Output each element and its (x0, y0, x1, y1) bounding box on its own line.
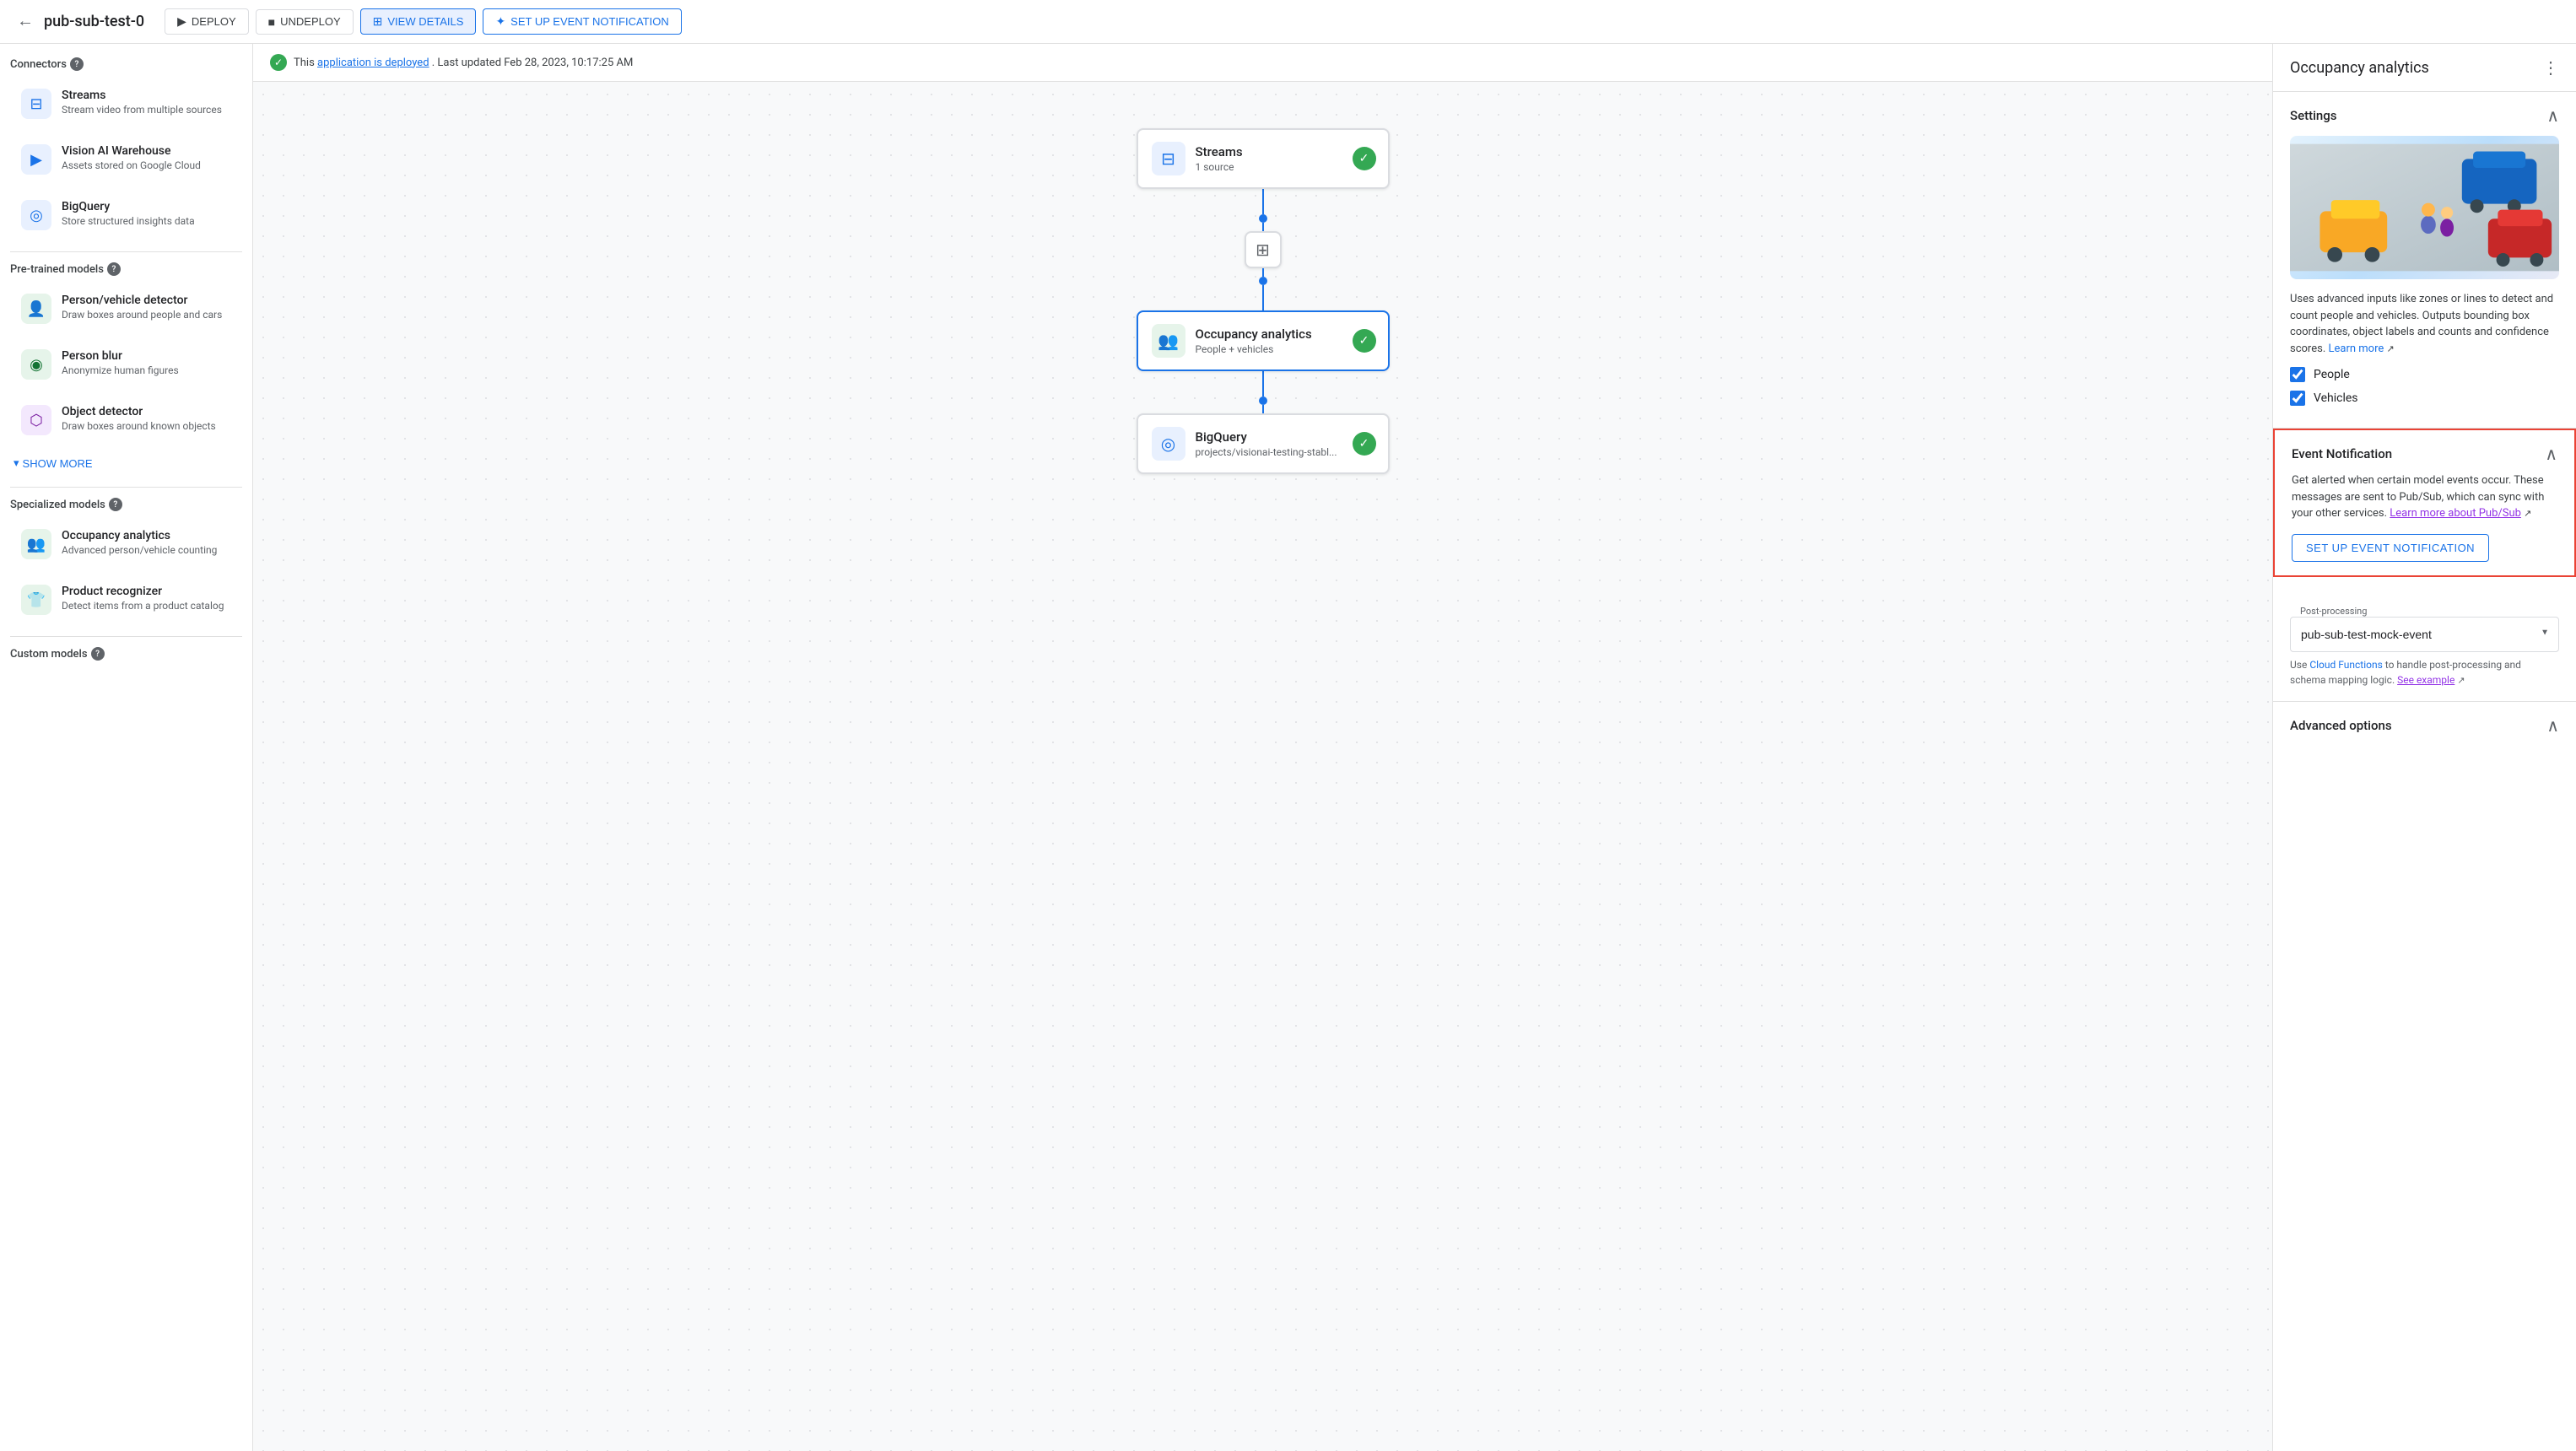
occupancy-analytics-sidebar[interactable]: 👥 Occupancy analytics Advanced person/ve… (10, 518, 242, 570)
view-details-button[interactable]: ⊞ VIEW DETAILS (360, 8, 477, 35)
streams-node-icon: ⊟ (1152, 142, 1185, 175)
bigquery-icon: ◎ (21, 200, 51, 230)
pretrained-help-icon[interactable]: ? (107, 262, 121, 276)
advanced-options-section: Advanced options ∧ (2273, 702, 2576, 749)
specialized-help-icon[interactable]: ? (109, 498, 122, 511)
connectors-help-icon[interactable]: ? (70, 57, 84, 71)
people-checkbox-row: People (2290, 367, 2559, 382)
bigquery-node-icon: ◎ (1152, 427, 1185, 461)
event-notification-section: Event Notification ∧ Get alerted when ce… (2273, 429, 2576, 577)
pubsub-external-icon: ↗ (2524, 508, 2531, 519)
show-more-button[interactable]: ▾ SHOW MORE (10, 450, 96, 477)
object-detector-model[interactable]: ⬡ Object detector Draw boxes around know… (10, 394, 242, 446)
status-bar: ✓ This application is deployed . Last up… (253, 44, 2272, 82)
streams-icon: ⊟ (21, 89, 51, 119)
learn-more-link[interactable]: Learn more (2328, 343, 2384, 355)
connectors-section-title: Connectors ? (10, 57, 242, 71)
vehicles-label: Vehicles (2314, 391, 2358, 405)
event-section-header[interactable]: Event Notification ∧ (2292, 444, 2557, 464)
post-processing-select-wrapper: pub-sub-test-mock-event (2290, 613, 2559, 652)
chevron-down-icon: ▾ (14, 456, 19, 470)
sidebar-divider-2 (10, 487, 242, 488)
product-recognizer-sidebar[interactable]: 👕 Product recognizer Detect items from a… (10, 574, 242, 626)
status-dot: ✓ (270, 54, 287, 71)
vision-ai-icon: ▶ (21, 144, 51, 175)
view-details-icon: ⊞ (373, 14, 383, 29)
event-section-title: Event Notification (2292, 446, 2392, 461)
post-processing-section: Post-processing pub-sub-test-mock-event … (2273, 577, 2576, 703)
back-button[interactable]: ← (14, 8, 37, 35)
deployed-link[interactable]: application is deployed (317, 57, 429, 69)
people-label: People (2314, 368, 2350, 381)
streams-connector[interactable]: ⊟ Streams Stream video from multiple sou… (10, 78, 242, 130)
occupancy-pipeline-node[interactable]: 👥 Occupancy analytics People + vehicles … (1137, 310, 1390, 371)
setup-event-nav-icon: ✦ (495, 14, 505, 29)
person-blur-icon: ◉ (21, 349, 51, 380)
vehicles-checkbox-row: Vehicles (2290, 391, 2559, 406)
middle-transform-node[interactable]: ⊞ (1245, 231, 1282, 268)
advanced-options-title: Advanced options (2290, 718, 2392, 733)
occupancy-analytics-icon: 👥 (21, 529, 51, 559)
pretrained-section-title: Pre-trained models ? (10, 262, 242, 276)
setup-event-notification-button[interactable]: SET UP EVENT NOTIFICATION (2292, 534, 2489, 562)
sidebar-divider-1 (10, 251, 242, 252)
bigquery-check-icon: ✓ (1353, 432, 1376, 456)
main-layout: Connectors ? ⊟ Streams Stream video from… (0, 44, 2576, 1451)
canvas-area: ✓ This application is deployed . Last up… (253, 44, 2272, 1451)
deploy-icon: ▶ (177, 14, 186, 29)
external-link-icon: ↗ (2387, 343, 2395, 354)
post-processing-helper: Use Cloud Functions to handle post-proce… (2290, 657, 2559, 688)
advanced-options-header[interactable]: Advanced options ∧ (2290, 715, 2559, 736)
transform-icon: ⊞ (1256, 240, 1270, 260)
sidebar-divider-3 (10, 636, 242, 637)
more-options-icon[interactable]: ⋮ (2542, 57, 2559, 78)
bigquery-connector[interactable]: ◎ BigQuery Store structured insights dat… (10, 189, 242, 241)
occupancy-node-icon: 👥 (1152, 324, 1185, 358)
custom-models-section-title: Custom models ? (10, 647, 242, 661)
occupancy-check-icon: ✓ (1353, 329, 1376, 353)
person-blur-model[interactable]: ◉ Person blur Anonymize human figures (10, 338, 242, 391)
setup-event-nav-button[interactable]: ✦ SET UP EVENT NOTIFICATION (483, 8, 681, 35)
pipeline-container: ⊟ Streams 1 source ✓ ⊞ (253, 94, 2272, 1451)
undeploy-icon: ■ (268, 15, 275, 29)
people-checkbox[interactable] (2290, 367, 2305, 382)
specialized-section-title: Specialized models ? (10, 498, 242, 511)
right-panel-header: Occupancy analytics ⋮ (2273, 44, 2576, 92)
streams-check-icon: ✓ (1353, 147, 1376, 170)
settings-description: Uses advanced inputs like zones or lines… (2290, 291, 2559, 357)
post-processing-select[interactable]: pub-sub-test-mock-event (2290, 617, 2559, 652)
vehicles-checkbox[interactable] (2290, 391, 2305, 406)
right-panel: Occupancy analytics ⋮ Settings ∧ (2272, 44, 2576, 1451)
settings-preview-image (2290, 136, 2559, 279)
advanced-collapse-icon: ∧ (2546, 715, 2559, 736)
status-text: This application is deployed . Last upda… (294, 57, 633, 69)
person-vehicle-icon: 👤 (21, 294, 51, 324)
settings-collapse-icon: ∧ (2546, 105, 2559, 126)
pubsub-link[interactable]: Learn more about Pub/Sub (2390, 507, 2521, 520)
see-example-link[interactable]: See example (2397, 674, 2454, 686)
event-collapse-icon: ∧ (2545, 444, 2557, 464)
right-panel-title: Occupancy analytics (2290, 59, 2429, 77)
app-title: pub-sub-test-0 (44, 13, 144, 30)
cloud-functions-link[interactable]: Cloud Functions (2309, 659, 2382, 671)
object-detector-icon: ⬡ (21, 405, 51, 435)
deploy-button[interactable]: ▶ DEPLOY (165, 8, 249, 35)
undeploy-button[interactable]: ■ UNDEPLOY (256, 9, 354, 35)
settings-section: Settings ∧ (2273, 92, 2576, 429)
streams-pipeline-node[interactable]: ⊟ Streams 1 source ✓ (1137, 128, 1390, 189)
event-description: Get alerted when certain model events oc… (2292, 472, 2557, 522)
settings-section-header[interactable]: Settings ∧ (2290, 105, 2559, 126)
product-recognizer-icon: 👕 (21, 585, 51, 615)
sidebar: Connectors ? ⊟ Streams Stream video from… (0, 44, 253, 1451)
person-vehicle-detector[interactable]: 👤 Person/vehicle detector Draw boxes aro… (10, 283, 242, 335)
see-example-icon: ↗ (2457, 675, 2465, 686)
custom-models-help-icon[interactable]: ? (91, 647, 105, 661)
bigquery-pipeline-node[interactable]: ◎ BigQuery projects/visionai-testing-sta… (1137, 413, 1390, 474)
vision-ai-connector[interactable]: ▶ Vision AI Warehouse Assets stored on G… (10, 133, 242, 186)
top-nav: ← pub-sub-test-0 ▶ DEPLOY ■ UNDEPLOY ⊞ V… (0, 0, 2576, 44)
